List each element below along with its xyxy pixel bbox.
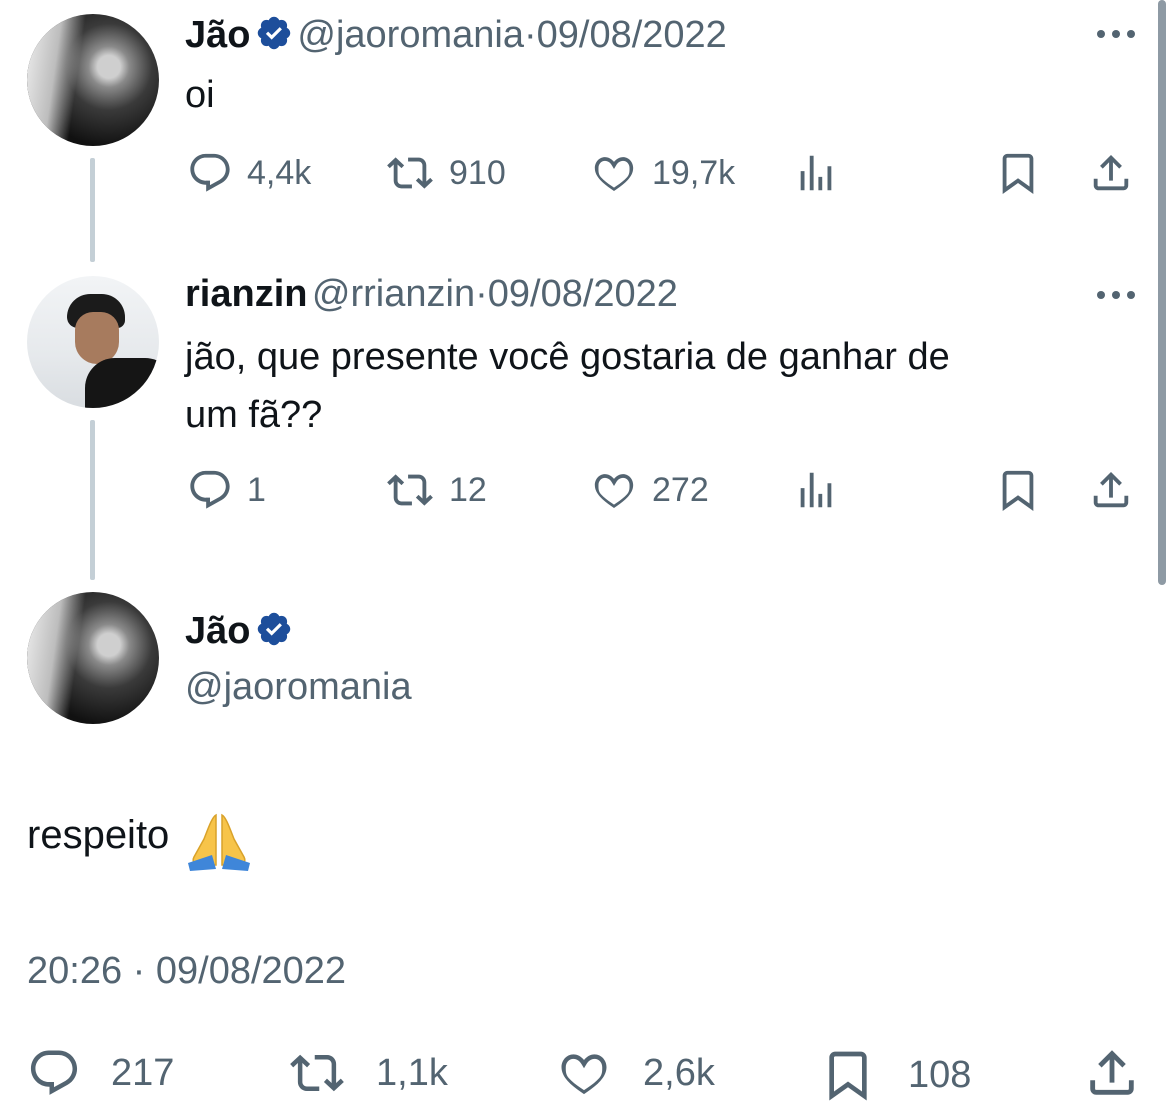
retweet-button[interactable]: 12 — [385, 467, 487, 513]
bookmark-button[interactable] — [995, 467, 1041, 513]
thread-line — [90, 420, 95, 580]
tweet-text-line: um fã?? — [185, 394, 323, 436]
main-tweet-author: Jão — [185, 608, 293, 667]
author-handle[interactable]: @jaoromania — [185, 664, 412, 710]
like-button[interactable]: 19,7k — [590, 150, 735, 196]
avatar-rianzin[interactable] — [27, 276, 159, 408]
author-name[interactable]: rianzin — [185, 273, 307, 315]
bookmark-icon — [1002, 153, 1034, 194]
like-button[interactable]: 2,6k — [555, 1046, 715, 1100]
heart-icon — [561, 1054, 607, 1095]
views-icon — [800, 155, 832, 191]
bookmark-icon — [1002, 470, 1034, 511]
more-options-button[interactable] — [1097, 291, 1135, 299]
retweet-count: 1,1k — [376, 1051, 448, 1094]
separator-dot: · — [132, 950, 146, 992]
views-button[interactable] — [793, 467, 839, 513]
reply-icon — [190, 153, 230, 192]
folded-hands-icon — [186, 811, 252, 876]
reply-icon — [30, 1050, 78, 1095]
heart-icon — [594, 157, 634, 192]
author-handle[interactable]: @rrianzin — [312, 273, 475, 315]
author-name[interactable]: Jão — [185, 610, 250, 652]
author-handle[interactable]: @jaoromania — [297, 14, 524, 56]
like-button[interactable]: 272 — [590, 467, 709, 513]
retweet-count: 12 — [449, 470, 487, 509]
scrollbar[interactable] — [1158, 0, 1166, 585]
share-button[interactable] — [1086, 150, 1136, 196]
share-button[interactable] — [1083, 1044, 1141, 1102]
tweet-text-line: jão, que presente você gostaria de ganha… — [185, 336, 950, 378]
retweet-button[interactable]: 910 — [385, 150, 506, 196]
tweet-time: 20:26 — [27, 950, 123, 992]
verified-badge-icon — [255, 610, 293, 667]
reply-button[interactable]: 217 — [27, 1046, 174, 1100]
tweet-date[interactable]: 09/08/2022 — [537, 14, 727, 56]
bookmark-button[interactable]: 108 — [820, 1046, 971, 1104]
retweet-icon — [290, 1054, 344, 1092]
retweet-icon — [387, 157, 433, 189]
main-tweet-text: respeito — [27, 806, 252, 876]
reply-count: 4,4k — [247, 153, 312, 192]
tweet-text: oi — [185, 74, 215, 116]
timestamp[interactable]: 20:26 · 09/08/2022 — [27, 946, 346, 996]
views-icon — [800, 472, 832, 508]
reply-count: 1 — [247, 470, 266, 509]
retweet-icon — [387, 474, 433, 506]
author-name[interactable]: Jão — [185, 14, 250, 56]
tweet-1-header: Jão @jaoromania·09/08/2022 — [185, 12, 727, 71]
like-count: 19,7k — [652, 153, 736, 192]
separator-dot: · — [475, 273, 488, 315]
share-icon — [1090, 1050, 1134, 1095]
tweet-date[interactable]: 09/08/2022 — [488, 273, 678, 315]
tweet-text: respeito — [27, 813, 170, 857]
share-icon — [1093, 154, 1129, 191]
avatar-jao[interactable] — [27, 14, 159, 146]
thread-line — [90, 158, 95, 262]
reply-button[interactable]: 1 — [187, 467, 266, 513]
like-count: 2,6k — [643, 1051, 715, 1094]
tweet-text: jão, que presente você gostaria de ganha… — [185, 328, 950, 444]
retweet-count: 910 — [449, 153, 506, 192]
tweet-date: 09/08/2022 — [155, 950, 347, 992]
reply-count: 217 — [111, 1051, 175, 1094]
like-count: 272 — [652, 470, 709, 509]
bookmark-button[interactable] — [995, 150, 1041, 196]
verified-badge-icon — [255, 14, 293, 71]
bookmark-count: 108 — [908, 1053, 972, 1096]
heart-icon — [594, 474, 634, 509]
share-button[interactable] — [1086, 467, 1136, 513]
reply-button[interactable]: 4,4k — [187, 150, 311, 196]
views-button[interactable] — [793, 150, 839, 196]
reply-icon — [190, 470, 230, 509]
separator-dot: · — [523, 14, 537, 56]
avatar-jao[interactable] — [27, 592, 159, 724]
tweet-2-header: rianzin @rrianzin·09/08/2022 — [185, 271, 678, 325]
bookmark-icon — [829, 1051, 867, 1101]
more-options-button[interactable] — [1097, 30, 1135, 38]
share-icon — [1093, 471, 1129, 508]
retweet-button[interactable]: 1,1k — [288, 1046, 448, 1100]
